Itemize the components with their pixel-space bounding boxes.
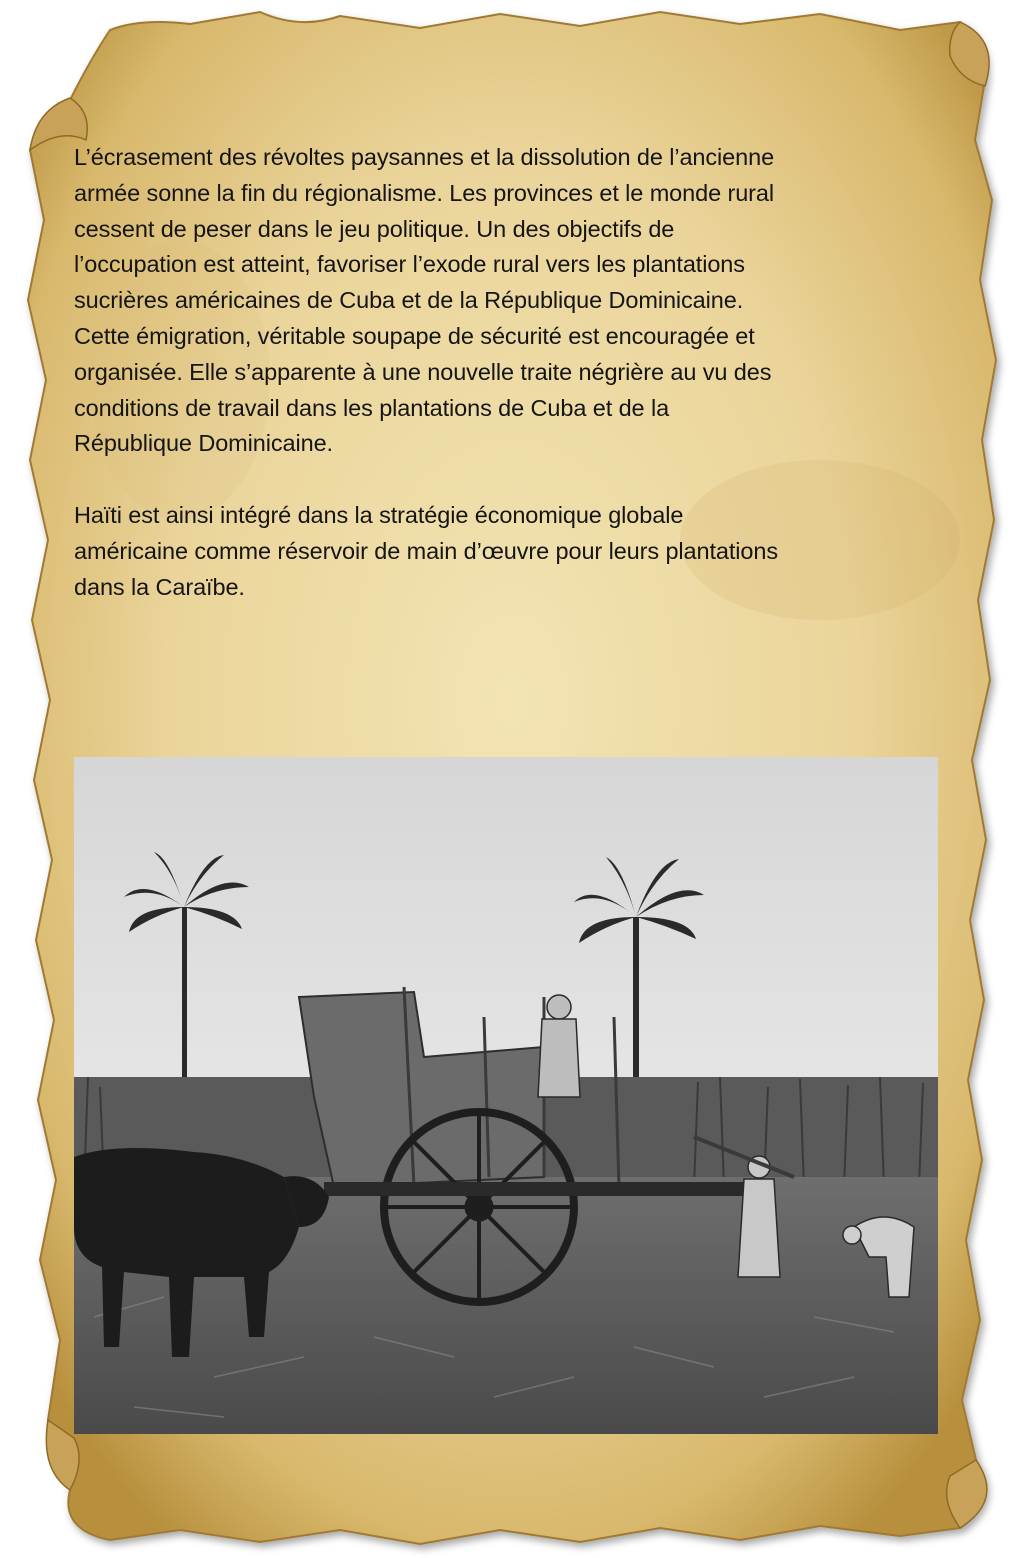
sugarcane-harvest-photo (74, 757, 938, 1434)
body-text: L’écrasement des révoltes paysannes et l… (74, 140, 954, 606)
cart-bed (324, 1182, 754, 1196)
cart-wheel (380, 1108, 578, 1306)
paragraph-2: Haïti est ainsi intégré dans la stratégi… (74, 502, 779, 600)
paragraph-1: L’écrasement des révoltes paysannes et l… (74, 144, 775, 457)
